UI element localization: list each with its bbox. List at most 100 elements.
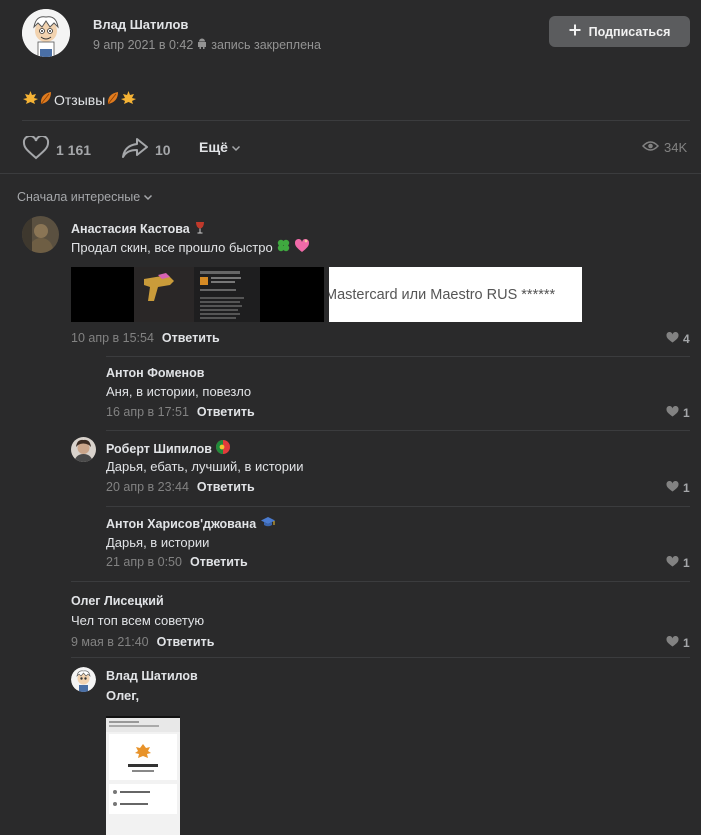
graduation-cap-icon <box>260 516 276 531</box>
comment-date[interactable]: 9 мая в 21:40 <box>71 635 149 649</box>
comment-like-button[interactable]: 1 <box>666 405 690 420</box>
comment-like-count: 1 <box>683 481 690 495</box>
sort-label: Сначала интересные <box>17 190 141 204</box>
subscribe-button[interactable]: Подписаться <box>549 16 690 47</box>
comment-like-count: 1 <box>683 556 690 570</box>
avatar[interactable] <box>22 216 59 253</box>
more-label: Ещё <box>199 139 228 155</box>
comment-date[interactable]: 10 апр в 15:54 <box>71 331 154 345</box>
post-date[interactable]: 9 апр 2021 в 0:42 <box>93 38 193 52</box>
comment-footer: 21 апр в 0:50 Ответить <box>106 555 248 569</box>
heart-icon <box>666 635 679 650</box>
comments-sort-dropdown[interactable]: Сначала интересные <box>17 190 153 204</box>
comment-author[interactable]: Влад Шатилов <box>106 669 198 683</box>
reply-button[interactable]: Ответить <box>157 635 215 649</box>
heart-icon <box>666 480 679 495</box>
comment-date[interactable]: 21 апр в 0:50 <box>106 555 182 569</box>
attachment-image[interactable]: Mastercard или Maestro RUS ****** <box>329 267 582 322</box>
comment-footer: 10 апр в 15:54 Ответить <box>71 331 220 345</box>
comment-author-name[interactable]: Антон Харисов'джована <box>106 517 256 531</box>
avatar[interactable] <box>71 437 96 462</box>
comment-author-name[interactable]: Антон Фоменов <box>106 366 204 380</box>
comment-author-name[interactable]: Влад Шатилов <box>106 669 198 683</box>
reply-button[interactable]: Ответить <box>197 480 255 494</box>
eye-icon <box>641 140 660 155</box>
comment-author[interactable]: Олег Лисецкий <box>71 594 164 608</box>
comment-text-content: Дарья, в истории <box>106 535 210 550</box>
divider <box>71 581 690 582</box>
comment-text: Дарья, в истории <box>106 535 209 550</box>
divider <box>71 657 690 658</box>
comment-like-count: 4 <box>683 332 690 346</box>
comment-text-content: Олег, <box>106 688 140 703</box>
divider <box>106 356 690 357</box>
fallen-leaf-icon <box>106 90 120 109</box>
comment-author-name[interactable]: Анастасия Кастова <box>71 222 190 236</box>
more-button[interactable]: Ещё <box>199 139 241 155</box>
maple-leaf-icon <box>22 90 39 109</box>
comment-author[interactable]: Роберт Шипилов <box>106 440 230 457</box>
heart-icon <box>666 405 679 420</box>
reply-button[interactable]: Ответить <box>190 555 248 569</box>
post-author-name[interactable]: Влад Шатилов <box>93 17 188 32</box>
attachment-image[interactable] <box>71 267 324 322</box>
comment-like-button[interactable]: 1 <box>666 480 690 495</box>
comment-text-content: Чел топ всем советую <box>71 613 205 628</box>
share-button[interactable]: 10 <box>121 136 171 163</box>
attachment-image[interactable] <box>106 716 180 835</box>
comment-text: Продал скин, все прошло быстро <box>71 238 310 256</box>
comment-text: Олег, <box>106 688 139 703</box>
post-author-avatar[interactable] <box>22 9 70 57</box>
comment-like-button[interactable]: 1 <box>666 635 690 650</box>
avatar[interactable] <box>71 667 96 692</box>
views-counter: 34K <box>641 140 688 155</box>
comment-date[interactable]: 20 апр в 23:44 <box>106 480 189 494</box>
comment-author[interactable]: Антон Фоменов <box>106 366 204 380</box>
comment-footer: 16 апр в 17:51 Ответить <box>106 405 255 419</box>
sparkling-heart-icon <box>294 238 310 256</box>
payment-text: Mastercard или Maestro RUS ****** <box>329 286 556 303</box>
comment-like-button[interactable]: 4 <box>666 331 690 346</box>
wine-glass-icon <box>194 221 206 237</box>
fallen-leaf-icon <box>39 90 53 109</box>
divider <box>22 120 690 121</box>
reply-button[interactable]: Ответить <box>162 331 220 345</box>
share-count: 10 <box>155 141 171 158</box>
comment-like-count: 1 <box>683 636 690 650</box>
four-leaf-clover-icon <box>276 238 291 256</box>
maple-leaf-icon <box>120 90 137 109</box>
comment-text: Чел топ всем советую <box>71 613 204 628</box>
skin-screenshot <box>134 267 260 322</box>
plus-icon <box>569 24 581 39</box>
post-text: Отзывы <box>22 90 137 109</box>
comment-author[interactable]: Антон Харисов'джована <box>106 516 276 531</box>
share-icon <box>121 136 149 163</box>
comment-text-content: Дарья, ебать, лучший, в истории <box>106 459 304 474</box>
chevron-down-icon <box>231 139 241 155</box>
views-count: 34K <box>664 140 688 155</box>
comment-footer: 20 апр в 23:44 Ответить <box>106 480 255 494</box>
divider <box>0 173 701 174</box>
comment-author-name[interactable]: Роберт Шипилов <box>106 442 212 456</box>
pinned-label: запись закреплена <box>211 38 321 52</box>
android-icon <box>197 38 207 52</box>
comment-footer: 9 мая в 21:40 Ответить <box>71 635 214 649</box>
like-count: 1 161 <box>56 141 92 158</box>
like-button[interactable]: 1 161 <box>22 134 92 163</box>
heart-icon <box>666 331 679 346</box>
comment-date[interactable]: 16 апр в 17:51 <box>106 405 189 419</box>
comment-author-name[interactable]: Олег Лисецкий <box>71 594 164 608</box>
chevron-down-icon <box>143 190 153 204</box>
portugal-flag-icon <box>215 440 230 457</box>
comment-text: Аня, в истории, повезло <box>106 384 251 399</box>
divider <box>106 506 690 507</box>
comment-author[interactable]: Анастасия Кастова <box>71 221 206 237</box>
comment-like-count: 1 <box>683 406 690 420</box>
comment-like-button[interactable]: 1 <box>666 555 690 570</box>
divider <box>106 430 690 431</box>
comment-text: Дарья, ебать, лучший, в истории <box>106 459 304 474</box>
post-meta: 9 апр 2021 в 0:42 запись закреплена <box>93 38 321 52</box>
heart-icon <box>666 555 679 570</box>
comment-text-content: Продал скин, все прошло быстро <box>71 239 273 255</box>
reply-button[interactable]: Ответить <box>197 405 255 419</box>
